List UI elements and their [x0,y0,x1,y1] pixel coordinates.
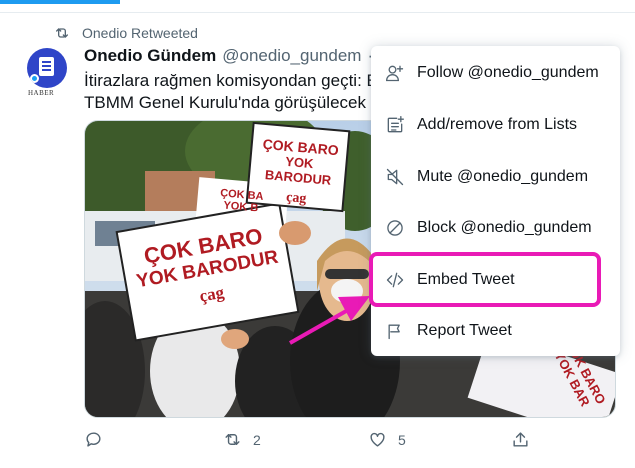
retweet-count: 2 [253,431,261,448]
menu-item-label: Report Tweet [417,322,512,339]
author-name[interactable]: Onedio Gündem [84,46,216,66]
share-icon [513,432,528,447]
tweet-options-menu: Follow @onedio_gundem Add/remove from Li… [371,46,620,356]
avatar[interactable] [27,48,67,88]
author-handle[interactable]: @onedio_gundem [222,46,361,66]
reply-icon [86,432,101,447]
tweet-actions: 2 5 [84,430,604,452]
menu-item-block[interactable]: Block @onedio_gundem [371,203,620,253]
menu-item-label: Add/remove from Lists [417,116,578,133]
retweet-icon [56,28,68,38]
tweet-text: İtirazlara rağmen komisyondan geçti: E T… [84,70,374,114]
menu-item-mute[interactable]: Mute @onedio_gundem [371,152,620,202]
like-button[interactable]: 5 [368,430,406,449]
list-add-icon [387,116,404,133]
reply-button[interactable] [84,430,103,449]
tweet-header: Onedio Gündem @onedio_gundem · 1 [84,46,389,68]
share-button[interactable] [511,430,530,449]
follow-user-icon [385,65,404,82]
top-divider [0,12,635,13]
flag-icon [388,324,400,340]
mute-speaker-icon [386,168,404,186]
active-tab-indicator [0,0,120,4]
retweet-context: Onedio Retweeted [54,24,198,42]
menu-item-report[interactable]: Report Tweet [371,306,620,356]
retweet-button[interactable]: 2 [223,430,261,449]
menu-item-label: Follow @onedio_gundem [417,64,599,81]
block-icon [387,220,403,236]
tweet-text-line-2: TBMM Genel Kurulu'nda görüşülecek [84,93,366,112]
document-icon [39,57,54,76]
retweet-icon [225,434,240,445]
avatar-caption: HABER [28,89,55,97]
menu-item-label: Mute @onedio_gundem [417,168,589,185]
tweet-text-line-1: İtirazlara rağmen komisyondan geçti: E [84,71,374,90]
retweet-context-label[interactable]: Onedio Retweeted [82,25,198,41]
heart-icon [370,432,385,447]
embed-tweet-highlight [369,252,601,307]
menu-item-lists[interactable]: Add/remove from Lists [371,100,620,150]
protest-sign-middle: ÇOK BA YOK B [199,182,282,229]
avatar-dot [30,74,39,83]
menu-item-follow[interactable]: Follow @onedio_gundem [371,48,620,98]
like-count: 5 [398,431,406,448]
menu-item-label: Block @onedio_gundem [417,219,592,236]
